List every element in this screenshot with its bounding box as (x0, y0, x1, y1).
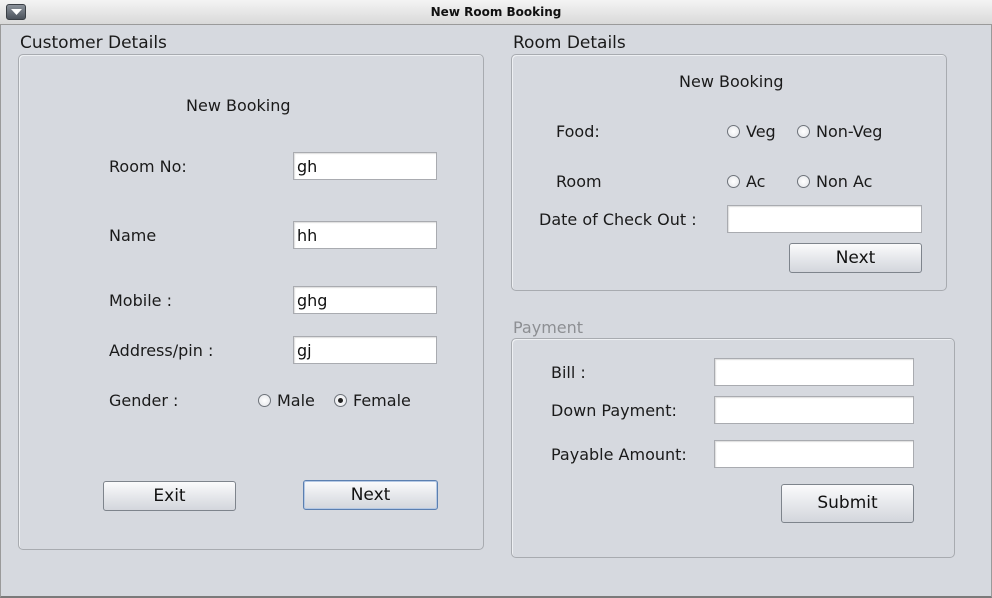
exit-button[interactable]: Exit (103, 481, 236, 511)
gender-male-label: Male (277, 391, 315, 410)
gender-female-label: Female (353, 391, 411, 410)
room-ac-radio[interactable]: Ac (727, 172, 765, 191)
customer-details-title: Customer Details (20, 33, 167, 53)
mobile-label: Mobile : (109, 291, 172, 310)
room-next-button[interactable]: Next (789, 243, 922, 273)
payment-title: Payment (513, 318, 584, 337)
customer-heading: New Booking (186, 96, 291, 115)
food-nonveg-radio[interactable]: Non-Veg (797, 122, 882, 141)
address-label: Address/pin : (109, 341, 214, 360)
food-veg-radio[interactable]: Veg (727, 122, 776, 141)
room-heading: New Booking (679, 72, 784, 91)
radio-circle-icon (727, 175, 740, 188)
checkout-date-input[interactable] (727, 205, 922, 233)
name-label: Name (109, 226, 157, 245)
customer-next-button[interactable]: Next (303, 480, 438, 510)
payable-amount-label: Payable Amount: (551, 445, 687, 464)
gender-male-radio[interactable]: Male (258, 391, 315, 410)
window-title: New Room Booking (430, 5, 562, 19)
bill-input[interactable] (714, 358, 914, 386)
radio-circle-icon (797, 175, 810, 188)
name-input[interactable] (293, 221, 437, 249)
room-ac-label: Ac (746, 172, 766, 191)
food-label: Food: (556, 122, 600, 141)
radio-circle-icon (258, 394, 271, 407)
down-payment-input[interactable] (714, 396, 914, 424)
down-payment-label: Down Payment: (551, 401, 677, 420)
room-nonac-label: Non Ac (816, 172, 873, 191)
submit-button[interactable]: Submit (781, 484, 914, 523)
gender-label: Gender : (109, 391, 179, 410)
room-no-label: Room No: (109, 157, 187, 176)
radio-circle-checked-icon (334, 394, 347, 407)
food-nonveg-label: Non-Veg (816, 122, 883, 141)
room-type-label: Room (556, 172, 602, 191)
gender-female-radio[interactable]: Female (334, 391, 411, 410)
address-input[interactable] (293, 336, 437, 364)
bill-label: Bill : (551, 363, 586, 382)
title-bar: New Room Booking (0, 0, 992, 25)
radio-circle-icon (797, 125, 810, 138)
payable-amount-input[interactable] (714, 440, 914, 468)
room-details-title: Room Details (513, 33, 626, 53)
radio-circle-icon (727, 125, 740, 138)
room-nonac-radio[interactable]: Non Ac (797, 172, 872, 191)
food-veg-label: Veg (746, 122, 776, 141)
mobile-input[interactable] (293, 286, 437, 314)
checkout-date-label: Date of Check Out : (539, 210, 697, 229)
room-no-input[interactable] (293, 152, 437, 180)
